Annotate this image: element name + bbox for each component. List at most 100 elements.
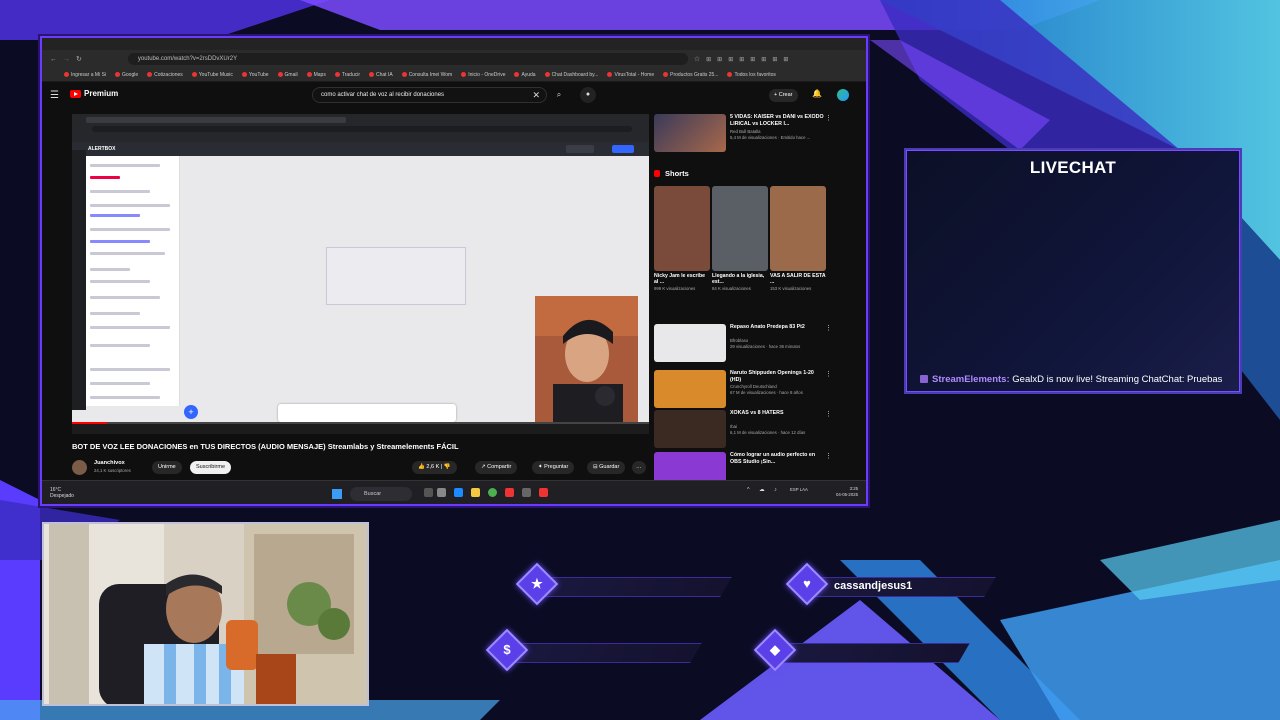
join-button[interactable]: Unirme [152, 461, 182, 474]
taskbar-clock[interactable]: 3:25 04-05-2025 [836, 486, 858, 497]
more-options-icon[interactable]: ⋮ [825, 452, 832, 460]
like-count: 2,6 K [426, 464, 440, 470]
short-card[interactable]: Nicky Jam le escribe al ... 999 K visuali… [654, 186, 710, 291]
ask-button[interactable]: ✦ Preguntar [532, 461, 575, 474]
app-icon[interactable] [505, 488, 514, 497]
share-button[interactable]: ↗ Compartir [475, 461, 518, 474]
bookmark-item[interactable]: Chat IA [369, 72, 393, 78]
url-field[interactable]: youtube.com/watch?v=2rsDDvXUr2Y [127, 53, 688, 65]
chat-message: StreamElements: GealxD is now live! Stre… [920, 374, 1240, 385]
app-icon[interactable] [539, 488, 548, 497]
related-thumbnail[interactable] [654, 370, 726, 408]
bookmark-item[interactable]: YouTube [241, 72, 269, 78]
bookmark-item[interactable]: Traducir [334, 72, 360, 78]
related-thumbnail[interactable] [654, 324, 726, 362]
related-title[interactable]: 5 VIDAS: KAISER vs DANI vs ÉXODO LIRICAL… [730, 114, 826, 127]
bookmark-item[interactable]: VirusTotal - Home [607, 72, 654, 78]
system-tray-icons[interactable]: ^ ☁ ♪ [747, 487, 781, 493]
bookmark-item[interactable]: Maps [306, 72, 326, 78]
channel-name[interactable]: Juanchivox [94, 460, 125, 466]
bookmark-favicon-icon [401, 72, 407, 77]
chrome-icon[interactable] [488, 488, 497, 497]
bookmark-item[interactable]: Gmail [277, 72, 298, 78]
bookmark-favicon-icon [191, 72, 197, 77]
bookmark-item[interactable]: Ayuda [514, 72, 536, 78]
bookmark-favicon-icon [514, 72, 520, 77]
bookmark-item[interactable]: Consulta Imei Wom [401, 72, 452, 78]
like-button[interactable]: 👍 2,6 K | 👎 [412, 461, 457, 474]
edge-icon[interactable] [454, 488, 463, 497]
related-thumbnail[interactable] [654, 410, 726, 448]
brand-label: Premium [84, 89, 119, 98]
more-actions-button[interactable]: … [632, 461, 646, 474]
short-thumbnail[interactable] [654, 186, 710, 271]
bot-badge-icon [920, 375, 928, 383]
bookmark-item[interactable]: Google [115, 72, 138, 78]
related-thumbnail[interactable] [654, 114, 726, 152]
mic-icon[interactable]: ● [580, 87, 596, 103]
language-indicator[interactable]: ESP LAA [790, 487, 808, 493]
more-options-icon[interactable]: ⋮ [825, 114, 832, 122]
youtube-logo[interactable]: Premium [70, 89, 118, 98]
bookmark-item[interactable]: Ingresar a Mi Si [64, 72, 106, 78]
app-icon[interactable] [522, 488, 531, 497]
short-title[interactable]: Llegando a la iglesia, est... [712, 273, 768, 286]
taskbar-search[interactable]: Buscar [350, 487, 412, 501]
short-title[interactable]: Nicky Jam le escribe al ... [654, 273, 710, 286]
related-video-top[interactable]: 5 VIDAS: KAISER vs DANI vs ÉXODO LIRICAL… [654, 114, 844, 154]
more-options-icon[interactable]: ⋮ [825, 370, 832, 378]
create-button[interactable]: + Crear [769, 89, 798, 102]
notifications-bell-icon[interactable]: 🔔 [812, 89, 822, 98]
weather-widget[interactable]: 16°C Despejado [50, 487, 74, 499]
related-video[interactable]: Repaso Anato Predepa 83 Pt2 Bfroblaso 29 v… [654, 324, 844, 364]
related-title[interactable]: XOKAS vs 8 HATERS [730, 410, 826, 417]
app-icon[interactable] [437, 488, 446, 497]
reload-icon[interactable]: ↻ [76, 55, 82, 63]
save-button[interactable]: ⊟ Guardar [587, 461, 626, 474]
search-input[interactable]: como activar chat de voz al recibir dona… [312, 87, 547, 103]
browser-window: ← → ↻ youtube.com/watch?v=2rsDDvXUr2Y ☆ … [40, 36, 868, 506]
ask-label: Preguntar [544, 464, 569, 470]
bookmark-label: YouTube Music [198, 71, 233, 78]
related-title[interactable]: Repaso Anato Predepa 83 Pt2 [730, 324, 826, 331]
youtube-play-icon [70, 89, 81, 98]
bookmark-item[interactable]: Cotizaciones [147, 72, 183, 78]
bookmark-label: Cotizaciones [154, 71, 183, 78]
windows-start-icon[interactable] [332, 489, 342, 499]
short-card[interactable]: VAS A SALIR DE ESTA ... 153 K visualizaci… [770, 186, 826, 291]
related-title[interactable]: Naruto Shippuden Openings 1-20 (HD) [730, 370, 826, 383]
related-video[interactable]: Naruto Shippuden Openings 1-20 (HD) Crunc… [654, 370, 844, 410]
more-options-icon[interactable]: ⋮ [825, 410, 832, 418]
star-icon: ★ [531, 576, 543, 591]
related-video[interactable]: XOKAS vs 8 HATERS Ibai 6,1 M de visualizac… [654, 410, 844, 450]
clear-search-icon[interactable]: ✕ [532, 88, 540, 103]
bookmark-favicon-icon [277, 72, 283, 77]
subscribe-button[interactable]: Suscribirme [190, 461, 232, 474]
channel-avatar[interactable] [72, 460, 87, 475]
bookmark-star-icon[interactable]: ☆ [694, 55, 700, 63]
bookmark-item[interactable]: Inicio - OneDrive [461, 72, 505, 78]
account-avatar[interactable] [837, 89, 849, 101]
video-inner-settings-panel [86, 156, 180, 406]
bookmark-item[interactable]: YouTube Music [191, 71, 233, 78]
add-layer-button[interactable]: + [184, 405, 198, 419]
diamond-icon: ◆ [770, 642, 780, 657]
short-card[interactable]: Llegando a la iglesia, est... 84 K visual… [712, 186, 768, 291]
extensions-icon[interactable]: ⊞⊞⊞⊞⊞⊞⊞⊞ [706, 56, 794, 63]
bookmark-item[interactable]: Chat Dashboard by... [544, 72, 598, 78]
file-explorer-icon[interactable] [471, 488, 480, 497]
bookmark-item[interactable]: Productos Gratis 25... [663, 72, 718, 78]
latest-subscriber-tag: ♥ cassandjesus1 [785, 562, 996, 606]
video-player[interactable]: ALERTBOX + [72, 114, 649, 434]
taskview-icon[interactable] [424, 488, 433, 497]
back-icon[interactable]: ← [50, 56, 57, 63]
short-thumbnail[interactable] [712, 186, 768, 271]
forward-icon[interactable]: → [63, 56, 70, 63]
menu-icon[interactable]: ☰ [50, 90, 59, 101]
bookmark-item[interactable]: Todos los favoritos [727, 72, 776, 78]
short-thumbnail[interactable] [770, 186, 826, 271]
search-icon[interactable]: ⌕ [550, 87, 568, 103]
more-options-icon[interactable]: ⋮ [825, 324, 832, 332]
related-title[interactable]: Cómo lograr un audio perfecto en OBS Stu… [730, 452, 826, 465]
short-title[interactable]: VAS A SALIR DE ESTA ... [770, 273, 826, 286]
